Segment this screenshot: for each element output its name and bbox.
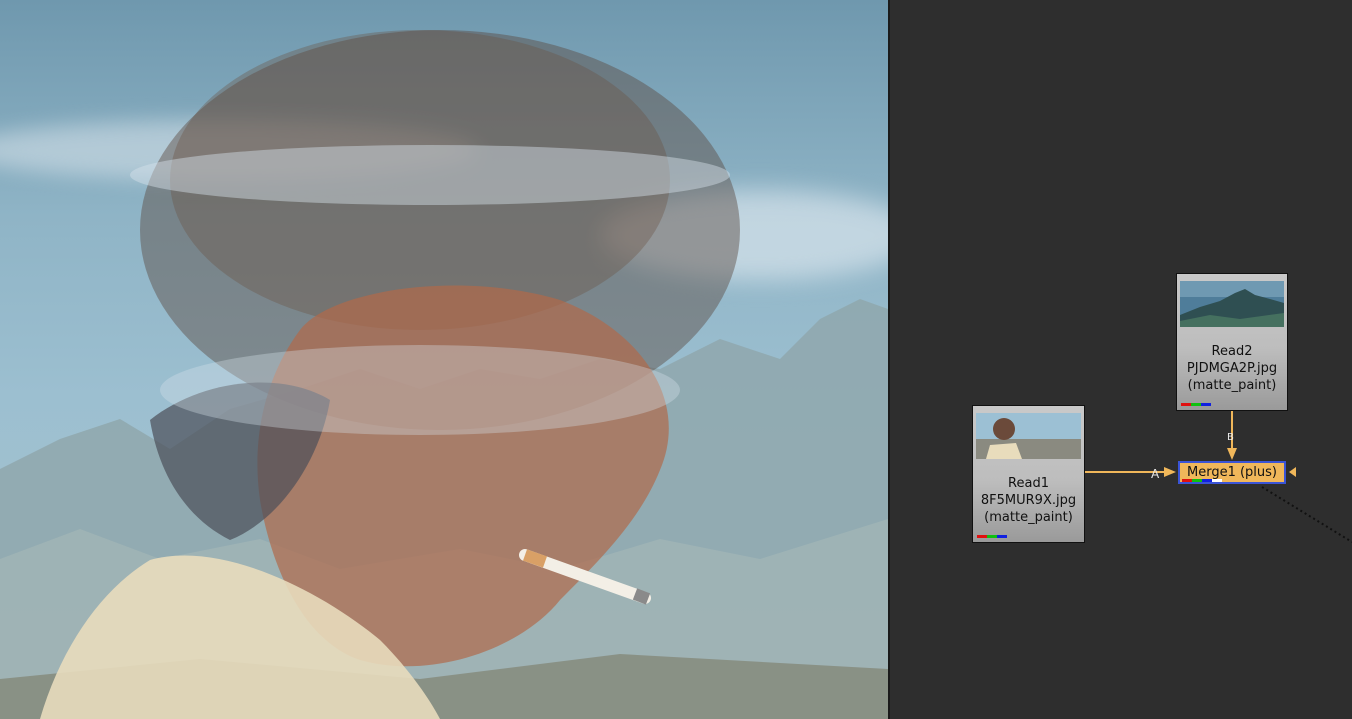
read2-file: PJDMGA2P.jpg [1186, 361, 1278, 376]
read1-tag: (matte_paint) [984, 510, 1073, 525]
read2-thumbnail [1180, 281, 1284, 327]
read1-channels [977, 535, 1007, 538]
merge1-label: Merge1 (plus) [1186, 465, 1277, 480]
read2-node[interactable]: Read2 PJDMGA2P.jpg (matte_paint) [1176, 273, 1288, 411]
read2-name: Read2 [1211, 344, 1253, 359]
read2-tag: (matte_paint) [1187, 378, 1277, 393]
read1-thumbnail [976, 413, 1081, 459]
merge1-channels [1182, 479, 1222, 482]
merge1-node[interactable]: Merge1 (plus) [1178, 461, 1286, 484]
read1-name: Read1 [1008, 476, 1049, 491]
viewer-panel[interactable] [0, 0, 888, 719]
read2-channels [1181, 403, 1211, 406]
merge-input-b-label[interactable]: B [1227, 432, 1234, 443]
merge-input-a-label[interactable]: A [1151, 467, 1159, 481]
read1-node[interactable]: Read1 8F5MUR9X.jpg (matte_paint) [972, 405, 1085, 543]
portrait-image [40, 30, 740, 719]
read1-file: 8F5MUR9X.jpg [980, 493, 1077, 508]
